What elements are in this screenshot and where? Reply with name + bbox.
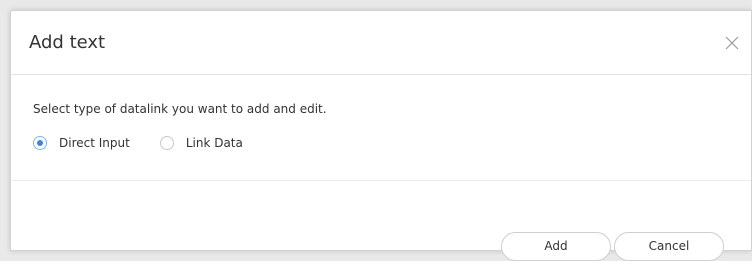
cancel-button[interactable]: Cancel <box>614 232 724 261</box>
dialog-footer: Add Cancel <box>11 181 751 261</box>
radio-label-direct-input: Direct Input <box>59 136 130 150</box>
dialog-title: Add text <box>29 32 106 53</box>
radio-option-link-data[interactable]: Link Data <box>159 136 243 150</box>
dialog-description: Select type of datalink you want to add … <box>33 102 327 116</box>
radio-option-direct-input[interactable]: Direct Input <box>33 136 130 150</box>
close-icon[interactable] <box>725 35 739 50</box>
dialog-body: Select type of datalink you want to add … <box>11 75 751 181</box>
radio-label-link-data: Link Data <box>185 136 243 150</box>
add-button[interactable]: Add <box>501 232 611 261</box>
radio-button-direct-input[interactable] <box>33 136 47 150</box>
dialog-header: Add text <box>11 11 751 75</box>
datalink-type-radio-group: Direct Input Link Data <box>33 136 273 150</box>
add-text-dialog: Add text Select type of datalink you wan… <box>10 10 752 261</box>
radio-button-link-data[interactable] <box>159 136 174 150</box>
